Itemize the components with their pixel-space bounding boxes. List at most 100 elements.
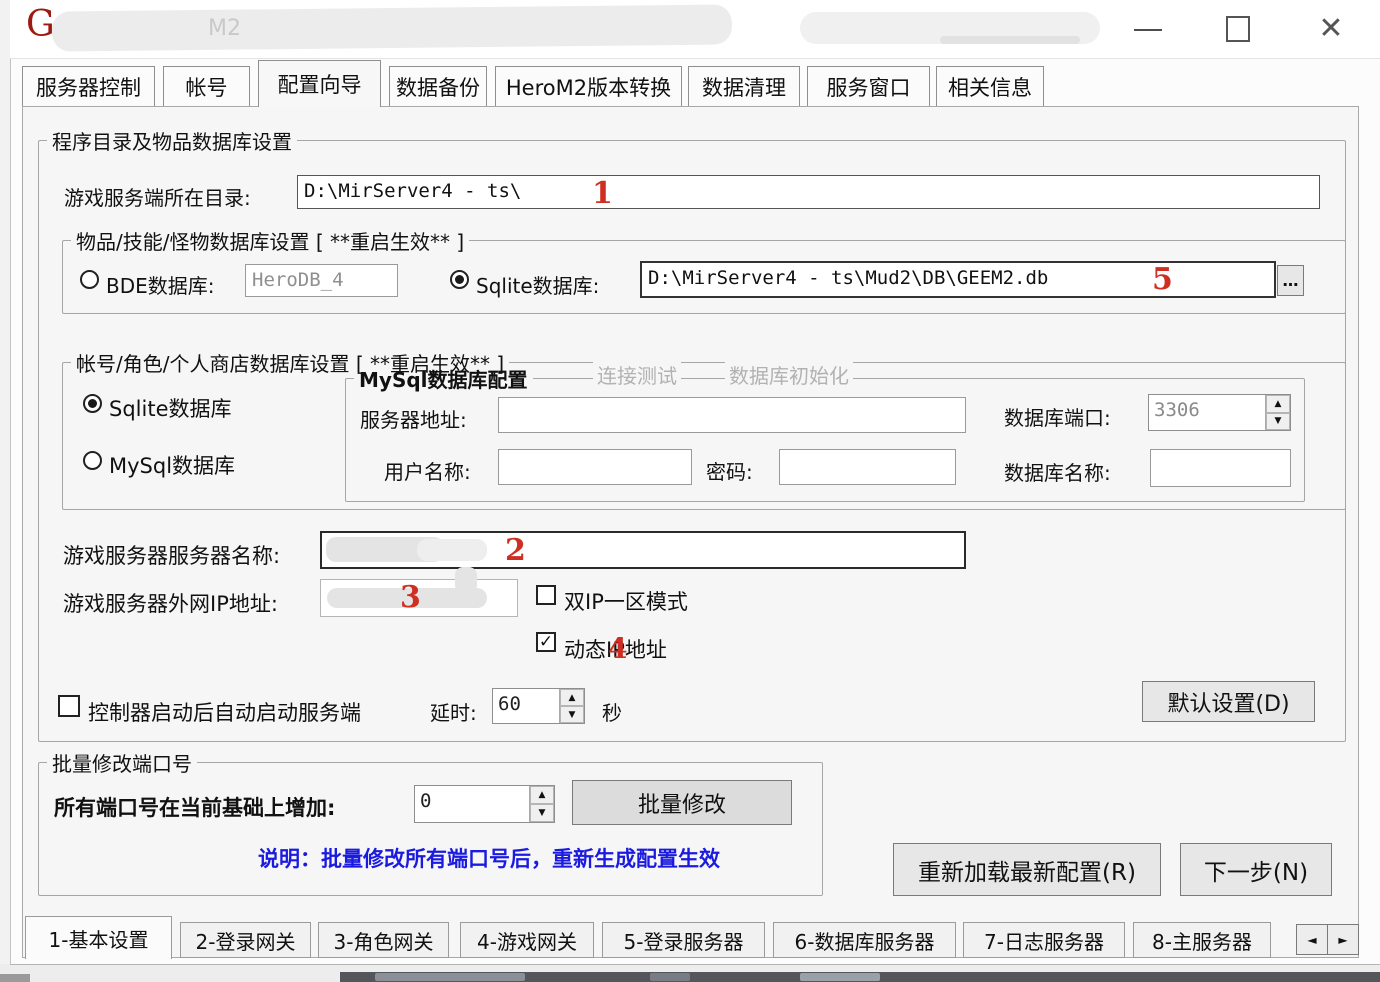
tab-herom2-convert[interactable]: HeroM2版本转换 bbox=[495, 66, 682, 106]
annotation-3: 3 bbox=[400, 580, 421, 615]
sqlite-db-input[interactable]: D:\MirServer4 - ts\Mud2\DB\GEEM2.db bbox=[640, 261, 1276, 298]
account-mysql-radio[interactable] bbox=[83, 451, 102, 470]
spinner-arrows: ▲▼ bbox=[529, 786, 554, 822]
spin-up-icon[interactable]: ▲ bbox=[560, 689, 584, 706]
tab-related-info[interactable]: 相关信息 bbox=[936, 66, 1044, 106]
delay-label: 延时: bbox=[430, 697, 477, 726]
tab-account[interactable]: 帐号 bbox=[163, 66, 250, 106]
mysql-port-spinner[interactable]: 3306 ▲▼ bbox=[1148, 394, 1291, 431]
db-init-link[interactable]: 数据库初始化 bbox=[725, 360, 853, 389]
mysql-dbname-label: 数据库名称: bbox=[1004, 457, 1111, 486]
group-title: 批量修改端口号 bbox=[47, 748, 197, 777]
tab-server-control[interactable]: 服务器控制 bbox=[22, 66, 155, 106]
tab-data-backup[interactable]: 数据备份 bbox=[389, 66, 487, 106]
tab-data-clean[interactable]: 数据清理 bbox=[688, 66, 800, 106]
annotation-1: 1 bbox=[592, 176, 613, 211]
browse-button[interactable]: … bbox=[1277, 265, 1304, 296]
close-icon: ✕ bbox=[1318, 14, 1343, 44]
minimize-button[interactable] bbox=[1125, 16, 1171, 44]
tab-label: 服务器控制 bbox=[36, 72, 141, 102]
tab-label: 7-日志服务器 bbox=[984, 926, 1104, 955]
spin-down-icon[interactable]: ▼ bbox=[560, 706, 584, 723]
tab-login-gateway[interactable]: 2-登录网关 bbox=[180, 922, 311, 958]
spin-down-icon[interactable]: ▼ bbox=[530, 804, 554, 822]
tab-label: 5-登录服务器 bbox=[624, 926, 744, 955]
mysql-port-value: 3306 bbox=[1149, 395, 1265, 430]
tab-label: 配置向导 bbox=[278, 69, 362, 99]
account-mysql-label: MySql数据库 bbox=[109, 450, 235, 480]
arrow-left-icon: ◄ bbox=[1307, 933, 1316, 947]
taskbar-blob bbox=[650, 973, 690, 981]
tab-game-gateway[interactable]: 4-游戏网关 bbox=[460, 922, 594, 958]
tab-scroll-right-button[interactable]: ► bbox=[1327, 924, 1359, 955]
port-increase-spinner[interactable]: 0 ▲▼ bbox=[414, 785, 555, 823]
tab-main-server[interactable]: 8-主服务器 bbox=[1133, 922, 1271, 958]
reload-config-button[interactable]: 重新加载最新配置(R) bbox=[893, 843, 1161, 896]
mysql-user-input[interactable] bbox=[498, 449, 692, 485]
server-name-input[interactable] bbox=[320, 531, 966, 569]
taskbar-blob bbox=[375, 973, 525, 981]
tab-scroll-left-button[interactable]: ◄ bbox=[1296, 924, 1328, 955]
tab-label: 服务窗口 bbox=[827, 72, 911, 102]
tab-label: 4-游戏网关 bbox=[477, 926, 577, 955]
tab-service-window[interactable]: 服务窗口 bbox=[807, 66, 930, 106]
tab-log-server[interactable]: 7-日志服务器 bbox=[963, 922, 1125, 958]
maximize-icon bbox=[1226, 16, 1250, 42]
bde-db-input[interactable]: HeroDB_4 bbox=[245, 264, 398, 297]
mysql-user-label: 用户名称: bbox=[384, 456, 471, 485]
server-dir-input[interactable]: D:\MirServer4 - ts\ bbox=[297, 175, 1320, 209]
account-sqlite-label: Sqlite数据库 bbox=[109, 393, 231, 423]
autostart-checkbox[interactable] bbox=[58, 695, 80, 717]
tab-login-server[interactable]: 5-登录服务器 bbox=[602, 922, 765, 958]
tab-config-wizard[interactable]: 配置向导 bbox=[258, 60, 381, 107]
tab-label: HeroM2版本转换 bbox=[506, 72, 671, 102]
mysql-dbname-input[interactable] bbox=[1150, 449, 1291, 487]
tab-label: 1-基本设置 bbox=[49, 924, 149, 953]
tab-label: 相关信息 bbox=[948, 72, 1032, 102]
next-step-button[interactable]: 下一步(N) bbox=[1180, 843, 1332, 896]
mysql-server-input[interactable] bbox=[498, 397, 966, 433]
server-name-label: 游戏服务器服务器名称: bbox=[63, 540, 280, 570]
mysql-config-title: MySql数据库配置 bbox=[354, 364, 533, 393]
delay-spinner[interactable]: 60 ▲▼ bbox=[492, 688, 585, 724]
bde-db-radio[interactable] bbox=[80, 270, 99, 289]
spin-up-icon[interactable]: ▲ bbox=[1266, 395, 1290, 413]
bde-db-label: BDE数据库: bbox=[106, 270, 215, 299]
annotation-4: 4 bbox=[608, 632, 627, 665]
dual-ip-checkbox[interactable] bbox=[536, 585, 556, 605]
default-settings-button[interactable]: 默认设置(D) bbox=[1142, 681, 1315, 722]
mysql-password-label: 密码: bbox=[706, 456, 753, 485]
connection-test-link[interactable]: 连接测试 bbox=[593, 360, 681, 389]
server-dir-label: 游戏服务端所在目录: bbox=[64, 182, 251, 211]
spin-down-icon[interactable]: ▼ bbox=[1266, 413, 1290, 431]
account-sqlite-radio[interactable] bbox=[83, 394, 102, 413]
spin-up-icon[interactable]: ▲ bbox=[530, 786, 554, 804]
taskbar-strip bbox=[340, 972, 1380, 982]
mysql-port-label: 数据库端口: bbox=[1004, 402, 1111, 431]
mysql-password-input[interactable] bbox=[779, 449, 956, 485]
group-title: 物品/技能/怪物数据库设置 [ **重启生效** ] bbox=[71, 226, 469, 255]
redaction-blob bbox=[52, 4, 732, 51]
tab-label: 数据清理 bbox=[702, 72, 786, 102]
port-increase-label: 所有端口号在当前基础上增加: bbox=[54, 792, 335, 822]
spinner-arrows: ▲▼ bbox=[1265, 395, 1290, 430]
dynamic-ip-checkbox[interactable]: ✓ bbox=[536, 632, 556, 652]
tab-label: 帐号 bbox=[186, 72, 228, 102]
taskbar-chip bbox=[0, 974, 30, 982]
autostart-label: 控制器启动后自动启动服务端 bbox=[88, 697, 361, 727]
redaction-blob bbox=[455, 567, 477, 593]
delay-unit: 秒 bbox=[602, 697, 622, 726]
maximize-button[interactable] bbox=[1215, 12, 1261, 46]
arrow-right-icon: ► bbox=[1338, 933, 1347, 947]
close-button[interactable]: ✕ bbox=[1306, 10, 1356, 48]
server-ip-label: 游戏服务器外网IP地址: bbox=[63, 588, 278, 618]
dual-ip-label: 双IP一区模式 bbox=[564, 586, 688, 616]
sqlite-db-radio[interactable] bbox=[450, 270, 469, 289]
tab-role-gateway[interactable]: 3-角色网关 bbox=[318, 922, 449, 958]
check-icon: ✓ bbox=[539, 632, 553, 652]
tab-db-server[interactable]: 6-数据库服务器 bbox=[773, 922, 956, 958]
batch-modify-button[interactable]: 批量修改 bbox=[572, 780, 792, 825]
window-title-fragment: M2 bbox=[208, 16, 241, 41]
tab-basic-settings[interactable]: 1-基本设置 bbox=[25, 916, 172, 959]
annotation-5: 5 bbox=[1152, 262, 1173, 297]
